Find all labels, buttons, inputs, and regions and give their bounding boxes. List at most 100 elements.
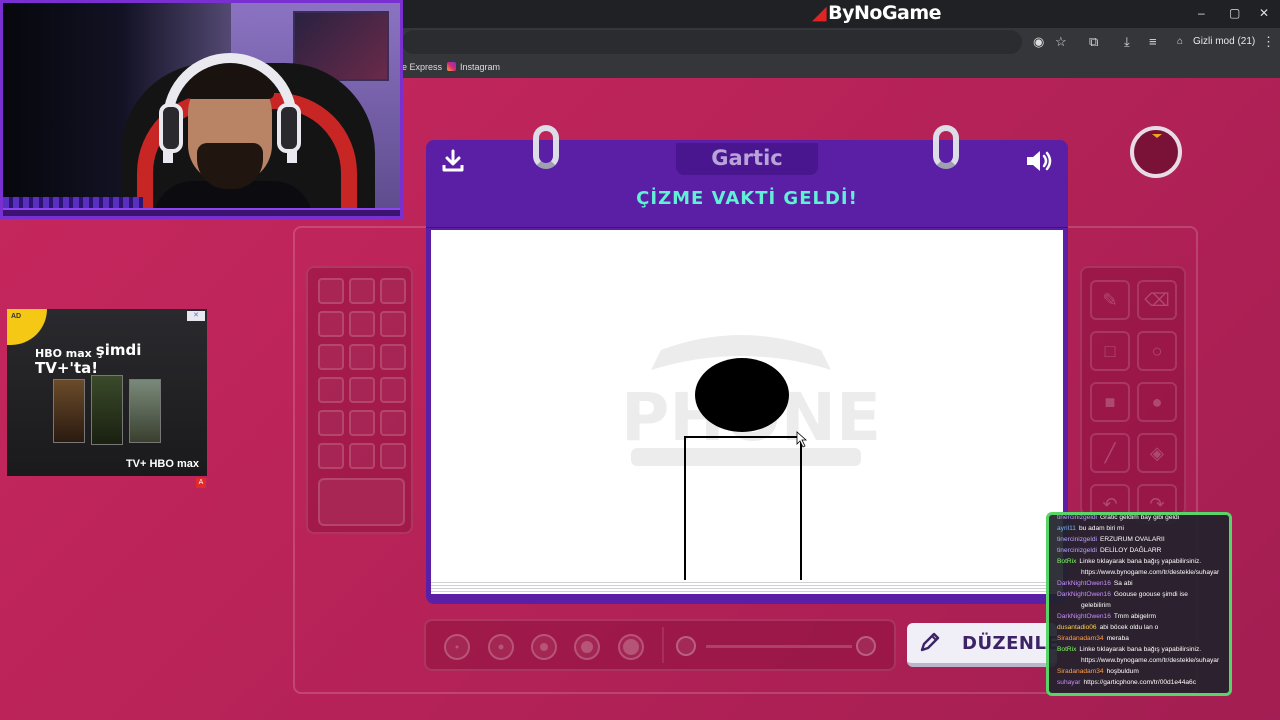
color-swatch[interactable]: [318, 377, 344, 403]
opacity-slider[interactable]: [706, 645, 852, 648]
color-swatch[interactable]: [349, 410, 375, 436]
color-swatch[interactable]: [318, 410, 344, 436]
reading-list-icon[interactable]: ≡: [1149, 34, 1157, 49]
hbo-ad[interactable]: AD ✕ HBO max şimdi TV+'ta! TV+ HBO max: [7, 309, 207, 476]
chat-text: hoşbuldum: [1106, 668, 1139, 675]
color-swatch[interactable]: [349, 278, 375, 304]
speaker-icon[interactable]: [1024, 148, 1054, 174]
chat-username[interactable]: ayril11: [1057, 525, 1076, 532]
pencil-icon: [920, 632, 940, 652]
done-button-label: DÜZENLE: [962, 633, 1060, 654]
chat-username[interactable]: BotRix: [1057, 646, 1076, 653]
webcam-frame-bottom: [3, 208, 400, 216]
color-swatch[interactable]: [380, 311, 406, 337]
chat-text-continued: https://www.bynogame.com/tr/destekle/suh…: [1081, 569, 1220, 576]
brush-controls: [424, 619, 896, 671]
timer-remaining-wedge: [1152, 134, 1162, 138]
color-swatch[interactable]: [349, 377, 375, 403]
chat-text: Tmm abigelrm: [1113, 613, 1157, 620]
ad-posters: [53, 375, 163, 449]
ad-choices-flag[interactable]: A: [196, 478, 206, 488]
eye-off-icon[interactable]: ◉: [1033, 34, 1044, 50]
chat-message: DarkNightOwen16 Goouse goouse şimdi ise ge…: [1057, 589, 1229, 611]
minimize-button[interactable]: –: [1198, 6, 1205, 20]
line-tool[interactable]: ╱: [1090, 433, 1130, 473]
eraser-tool[interactable]: ⌫: [1137, 280, 1177, 320]
close-window-button[interactable]: ✕: [1259, 6, 1269, 20]
brush-size-3[interactable]: [531, 634, 557, 660]
chat-username[interactable]: tinercinizgeldi: [1057, 515, 1097, 521]
chat-message: ayril11 bu adam biri mi: [1057, 523, 1229, 534]
chat-username[interactable]: suhayar: [1057, 679, 1080, 686]
webcam-overlay: [0, 0, 403, 219]
color-swatch[interactable]: [318, 311, 344, 337]
opacity-min-knob[interactable]: [676, 636, 696, 656]
pencil-tool[interactable]: ✎: [1090, 280, 1130, 320]
ellipse-fill-tool[interactable]: ●: [1137, 382, 1177, 422]
drawing-canvas[interactable]: PHONE: [431, 230, 1063, 582]
color-swatch[interactable]: [318, 443, 344, 469]
brush-size-1-dot: [455, 645, 459, 649]
opacity-slider-knob[interactable]: [856, 636, 876, 656]
color-swatch[interactable]: [349, 311, 375, 337]
bookmark-instagram[interactable]: Instagram: [447, 62, 500, 72]
download-icon[interactable]: [440, 148, 466, 174]
color-swatch[interactable]: [380, 377, 406, 403]
chat-username[interactable]: Siradanadam34: [1057, 635, 1104, 642]
brand-text: ByNoGame: [828, 2, 942, 24]
brush-size-2[interactable]: [488, 634, 514, 660]
brush-size-4[interactable]: [574, 634, 600, 660]
color-swatch[interactable]: [380, 278, 406, 304]
brush-size-1[interactable]: [444, 634, 470, 660]
chat-text: meraba: [1106, 635, 1129, 642]
chat-list: tinercinizgeldi Gratic geldim bay gibi ge…: [1057, 515, 1229, 688]
chat-overlay: tinercinizgeldi Gratic geldim bay gibi ge…: [1046, 512, 1232, 696]
color-swatch[interactable]: [318, 278, 344, 304]
chat-message: Siradanadam34 hoşbuldum: [1057, 666, 1229, 677]
color-swatch[interactable]: [380, 410, 406, 436]
ad-badge: AD: [7, 309, 47, 345]
download-browser-icon[interactable]: ⤓: [1124, 34, 1130, 50]
custom-color-slot[interactable]: [318, 478, 405, 526]
rect-fill-tool[interactable]: ■: [1090, 382, 1130, 422]
address-bar[interactable]: [402, 30, 1022, 54]
star-icon[interactable]: ☆: [1055, 34, 1067, 50]
chat-username[interactable]: Siradanadam34: [1057, 668, 1104, 675]
chat-username[interactable]: tinercinizgeldi: [1057, 547, 1097, 554]
chat-username[interactable]: DarkNightOwen16: [1057, 580, 1111, 587]
fill-bucket-tool[interactable]: ◈: [1137, 433, 1177, 473]
done-button[interactable]: DÜZENLE: [907, 623, 1060, 667]
chat-text: DELİLOY DAĞLARR: [1099, 547, 1162, 554]
incognito-label[interactable]: Gizli mod (21): [1193, 36, 1255, 47]
chat-username[interactable]: DarkNightOwen16: [1057, 591, 1111, 598]
chat-username[interactable]: BotRix: [1057, 558, 1076, 565]
paper-edge: [431, 580, 1063, 594]
chat-message: BotRix Linke tıklayarak bana bağış yapabi…: [1057, 644, 1229, 666]
chat-username[interactable]: tinercinizgeldi: [1057, 536, 1097, 543]
color-swatch[interactable]: [380, 443, 406, 469]
chat-message: BotRix Linke tıklayarak bana bağış yapabi…: [1057, 556, 1229, 578]
ellipse-outline-tool[interactable]: ○: [1137, 331, 1177, 371]
brush-size-5[interactable]: [618, 634, 644, 660]
color-swatch[interactable]: [318, 344, 344, 370]
color-swatch[interactable]: [380, 344, 406, 370]
tools-panel: ✎ ⌫ □ ○ ■ ● ╱ ◈ ↶ ↷: [1080, 266, 1186, 524]
bookmark-express[interactable]: e Express: [402, 62, 442, 72]
drawn-head: [695, 358, 789, 432]
chat-message: suhayar https://garticphone.com/tr/00d1e4…: [1057, 677, 1229, 688]
color-swatch[interactable]: [349, 443, 375, 469]
color-swatch[interactable]: [349, 344, 375, 370]
chat-message: DarkNightOwen16 Sa abi: [1057, 578, 1229, 589]
chat-text: Linke tıklayarak bana bağış yapabilirsin…: [1079, 646, 1202, 653]
menu-icon[interactable]: ⋮: [1262, 34, 1275, 50]
chat-username[interactable]: DarkNightOwen16: [1057, 613, 1111, 620]
brush-size-2-dot: [498, 644, 504, 650]
chat-username[interactable]: dusantadio06: [1057, 624, 1097, 631]
rect-outline-tool[interactable]: □: [1090, 331, 1130, 371]
bynogame-logo-icon: ◢: [812, 2, 827, 24]
ad-brand: HBO max: [35, 347, 92, 360]
extensions-icon[interactable]: ⧉: [1089, 34, 1098, 50]
maximize-button[interactable]: ▢: [1229, 6, 1240, 20]
ad-close-button[interactable]: ✕: [187, 311, 205, 321]
chat-message: tinercinizgeldi DELİLOY DAĞLARR: [1057, 545, 1229, 556]
